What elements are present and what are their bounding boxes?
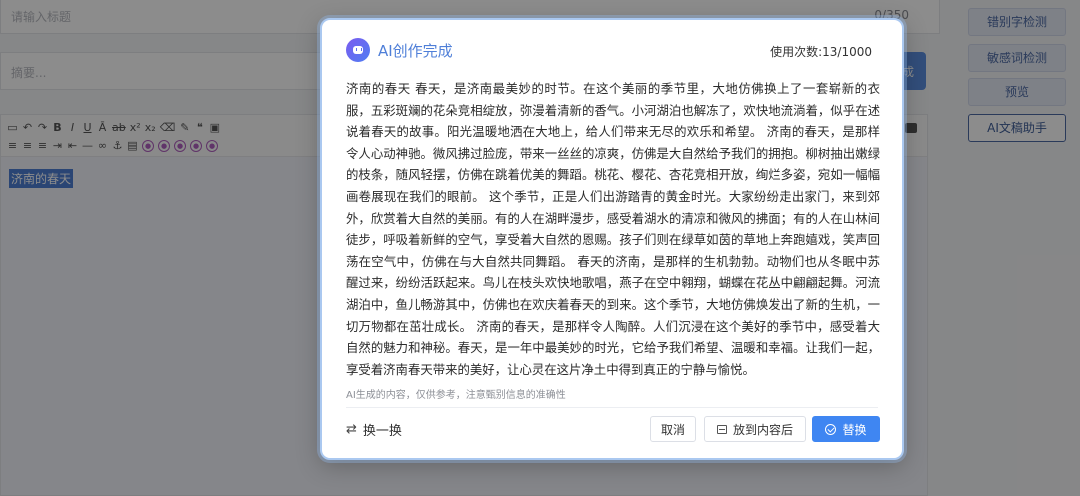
replace-label: 替换 [842, 422, 867, 437]
cancel-button[interactable]: 取消 [650, 416, 696, 442]
append-label: 放到内容后 [732, 422, 793, 437]
file-icon [716, 424, 727, 434]
ai-disclaimer: AI生成的内容，仅供参考，注意甄别信息的准确性 [346, 390, 566, 401]
check-circle-icon [825, 423, 837, 435]
generated-content: 济南的春天 春天，是济南最美妙的时节。在这个美丽的季节里，大地仿佛换上了一套崭新… [346, 81, 880, 377]
dialog-title: AI创作完成 [378, 42, 453, 60]
append-to-content-button[interactable]: 放到内容后 [704, 416, 806, 442]
usage-count: 使用次数:13/1000 [770, 45, 872, 59]
ai-bot-icon [346, 38, 370, 62]
dialog-header: AI创作完成 使用次数:13/1000 [346, 38, 872, 62]
cancel-label: 取消 [660, 422, 685, 437]
replace-button[interactable]: 替换 [812, 416, 880, 442]
footer-divider [346, 407, 878, 408]
ai-result-dialog: AI创作完成 使用次数:13/1000 济南的春天 春天，是济南最美妙的时节。在… [320, 18, 904, 460]
regenerate-label: 换一换 [362, 424, 402, 439]
regenerate-button[interactable]: ⇄ 换一换 [346, 420, 402, 439]
swap-icon: ⇄ [346, 422, 357, 437]
